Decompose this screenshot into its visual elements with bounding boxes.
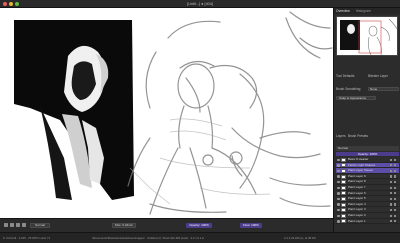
lock-icon[interactable] xyxy=(390,164,393,167)
zoom-readout: 2,2 2,33,200 px, at 38.0% xyxy=(284,236,316,240)
brush-size-field[interactable]: Size: 0.22mm xyxy=(112,223,136,228)
layer-thumbnail xyxy=(341,185,346,190)
options-icon[interactable] xyxy=(394,192,397,195)
drawing-canvas[interactable] xyxy=(0,8,333,218)
title-bar: [Untit...] ● [404] xyxy=(0,0,400,8)
layer-thumbnail xyxy=(341,202,346,207)
visibility-eye-icon[interactable] xyxy=(337,186,340,189)
lock-icon[interactable] xyxy=(390,192,393,195)
layer-thumbnail xyxy=(341,213,346,218)
visibility-eye-icon[interactable] xyxy=(337,203,340,206)
layer-thumbnail xyxy=(341,157,346,162)
options-icon[interactable] xyxy=(394,169,397,172)
snap-to-appearance-button[interactable]: Snap to Appearance xyxy=(336,96,376,100)
lock-icon[interactable] xyxy=(390,214,393,217)
blend-tool-icon[interactable] xyxy=(16,223,20,227)
options-icon[interactable] xyxy=(394,164,397,167)
navigator-thumbnail[interactable] xyxy=(336,16,398,56)
visibility-eye-icon[interactable] xyxy=(337,214,340,217)
lock-icon[interactable] xyxy=(390,158,393,161)
layer-row[interactable]: Paint Layer 1 xyxy=(336,218,399,225)
layer-thumbnail xyxy=(341,180,346,185)
layer-thumbnail xyxy=(341,196,346,201)
layer-thumbnail xyxy=(341,163,346,168)
layer-thumbnail xyxy=(341,191,346,196)
layer-opacity-slider[interactable]: Opacity: 100% xyxy=(336,152,399,156)
lock-icon[interactable] xyxy=(390,186,393,189)
options-icon[interactable] xyxy=(394,158,397,161)
options-icon[interactable] xyxy=(394,197,397,200)
options-icon[interactable] xyxy=(394,208,397,212)
visibility-eye-icon[interactable] xyxy=(337,180,340,184)
bottom-status-bar: b: 0.6mm9 · 0.345 · 25.0/05 in size 71 /… xyxy=(0,232,400,243)
opacity-slider[interactable]: Opacity: 100% xyxy=(186,223,212,228)
visibility-eye-icon[interactable] xyxy=(337,197,340,201)
options-icon[interactable] xyxy=(394,214,397,217)
right-panel: Overview Histogram Tool Defaults Blender… xyxy=(333,8,400,243)
brush-smoothing-label: Brush Smoothing xyxy=(336,87,361,91)
options-icon[interactable] xyxy=(394,175,397,178)
brush-smoothing-dropdown[interactable]: None xyxy=(368,87,399,91)
lock-icon[interactable] xyxy=(390,175,393,178)
lock-icon[interactable] xyxy=(390,208,393,212)
layer-name: Paint Layer 1 xyxy=(348,218,366,223)
options-icon[interactable] xyxy=(394,186,397,189)
layer-thumbnail xyxy=(341,219,346,224)
tab-overview[interactable]: Overview xyxy=(336,9,350,13)
visibility-eye-icon[interactable] xyxy=(337,164,340,167)
eraser-tool-icon[interactable] xyxy=(10,223,14,227)
smudge-tool-icon[interactable] xyxy=(22,223,26,227)
layers-tab[interactable]: Layers xyxy=(336,134,346,139)
tool-defaults-label: Tool Defaults xyxy=(336,74,355,78)
lock-icon[interactable] xyxy=(390,169,393,172)
visibility-eye-icon[interactable] xyxy=(337,175,340,178)
window-title: [Untit...] ● [404] xyxy=(187,1,213,6)
brush-info-text: b: 0.6mm9 · 0.345 · 25.0/05 in size 71 xyxy=(3,236,51,240)
panel-tabs: Overview Histogram xyxy=(334,8,400,14)
artwork xyxy=(14,11,333,215)
layer-thumbnail xyxy=(341,168,346,173)
navigator-preview xyxy=(340,18,397,55)
visibility-eye-icon[interactable] xyxy=(337,208,340,212)
flow-slider[interactable]: Flow: 100% xyxy=(240,223,262,228)
tab-histogram[interactable]: Histogram xyxy=(356,9,371,13)
lock-icon[interactable] xyxy=(390,197,393,200)
layers-list: Basic # Header Fleshy Light Shapes Paint… xyxy=(334,157,400,229)
brush-presets-tab[interactable]: Brush Presets xyxy=(348,134,368,139)
options-icon[interactable] xyxy=(394,220,397,223)
options-icon[interactable] xyxy=(394,180,397,184)
layer-thumbnail xyxy=(341,208,346,213)
options-icon[interactable] xyxy=(394,203,397,206)
document-path-text: /Documents/Illustration/stock/user/image… xyxy=(92,236,205,240)
lock-icon[interactable] xyxy=(390,180,393,184)
visibility-eye-icon[interactable] xyxy=(337,169,340,173)
context-toolbar: Normal Size: 0.22mm Opacity: 100% Flow: … xyxy=(0,218,333,232)
visibility-eye-icon[interactable] xyxy=(337,192,340,195)
blender-layer-label: Blender Layer xyxy=(368,74,388,78)
brush-tool-icon[interactable] xyxy=(4,223,8,227)
lock-icon[interactable] xyxy=(390,203,393,206)
blend-mode-dropdown[interactable]: Normal xyxy=(30,223,50,228)
layer-blend-mode-dropdown[interactable]: Normal xyxy=(336,146,399,151)
visibility-eye-icon[interactable] xyxy=(337,158,340,161)
visibility-eye-icon[interactable] xyxy=(337,220,340,223)
layer-thumbnail xyxy=(341,174,346,179)
lock-icon[interactable] xyxy=(390,220,393,223)
